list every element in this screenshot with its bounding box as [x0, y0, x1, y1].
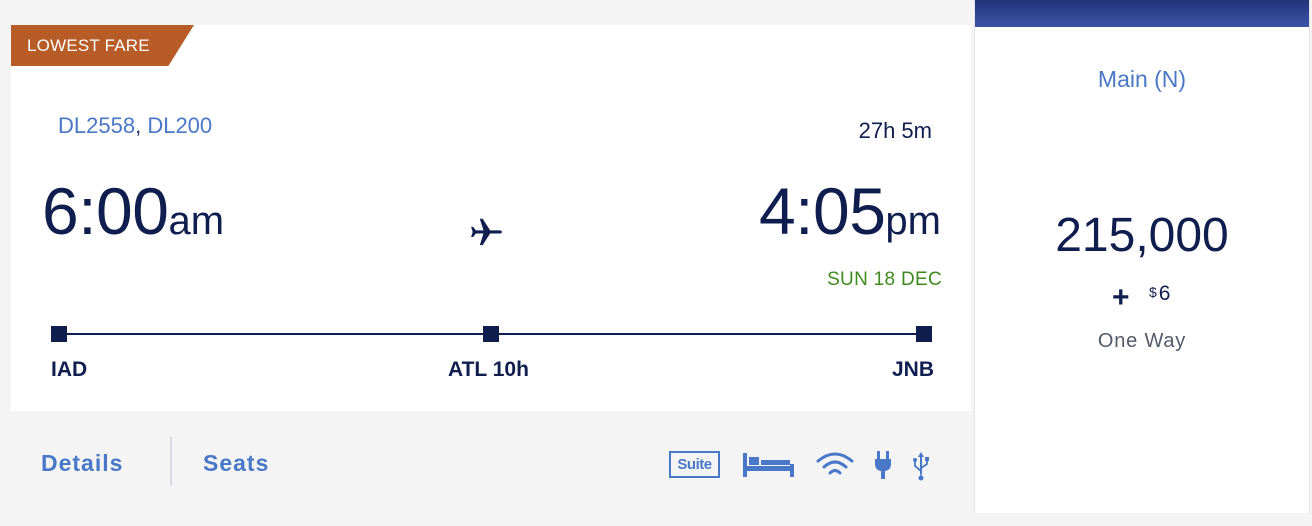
- fare-header-bar: [975, 0, 1309, 27]
- departure-time-value: 6:00: [42, 174, 169, 248]
- miles-price: 215,000: [1055, 209, 1229, 262]
- lowest-fare-badge: LOWEST FARE: [11, 25, 194, 66]
- arrival-time-value: 4:05: [758, 174, 886, 248]
- trip-type: One Way: [1097, 330, 1187, 352]
- trip-duration: 27h 5m: [858, 118, 932, 143]
- airplane-icon: [471, 218, 502, 246]
- arrival-ampm: pm: [885, 199, 941, 243]
- suite-icon: Suite: [669, 451, 720, 478]
- footer-divider: [170, 437, 172, 486]
- flight-number-link[interactable]: DL200: [147, 113, 212, 138]
- departure-time: 6:00am: [42, 178, 224, 244]
- flight-number-separator: ,: [135, 113, 142, 138]
- cash-amount: 6: [1158, 282, 1171, 305]
- departure-ampm: am: [168, 199, 225, 243]
- origin-marker: [51, 326, 67, 342]
- details-link[interactable]: Details: [41, 450, 123, 477]
- arrival-time: 4:05pm: [759, 178, 941, 244]
- flight-result: LOWEST FARE DL2558, DL200 27h 5m 6:00am …: [0, 0, 1312, 526]
- cabin-class: Main (N): [1097, 66, 1187, 92]
- wifi-icon: [816, 452, 854, 475]
- connection-airport: ATL 10h: [448, 358, 529, 381]
- origin-airport: IAD: [51, 358, 88, 381]
- usb-icon: [913, 452, 929, 481]
- power-plug-icon: [875, 451, 891, 479]
- flight-numbers: DL2558, DL200: [58, 113, 212, 139]
- destination-airport: JNB: [892, 358, 935, 381]
- plus-sign: +: [1112, 281, 1130, 314]
- currency-symbol: $: [1149, 284, 1157, 300]
- connection-marker: [483, 326, 499, 342]
- cash-price: $6: [1149, 282, 1170, 306]
- flight-number-link[interactable]: DL2558: [58, 113, 135, 138]
- fare-option-main[interactable]: Main (N) 215,000 + $6 One Way: [974, 0, 1310, 513]
- arrival-date: SUN 18 DEC: [827, 269, 942, 290]
- flat-bed-icon: [743, 453, 794, 477]
- seats-link[interactable]: Seats: [203, 450, 269, 477]
- destination-marker: [916, 326, 932, 342]
